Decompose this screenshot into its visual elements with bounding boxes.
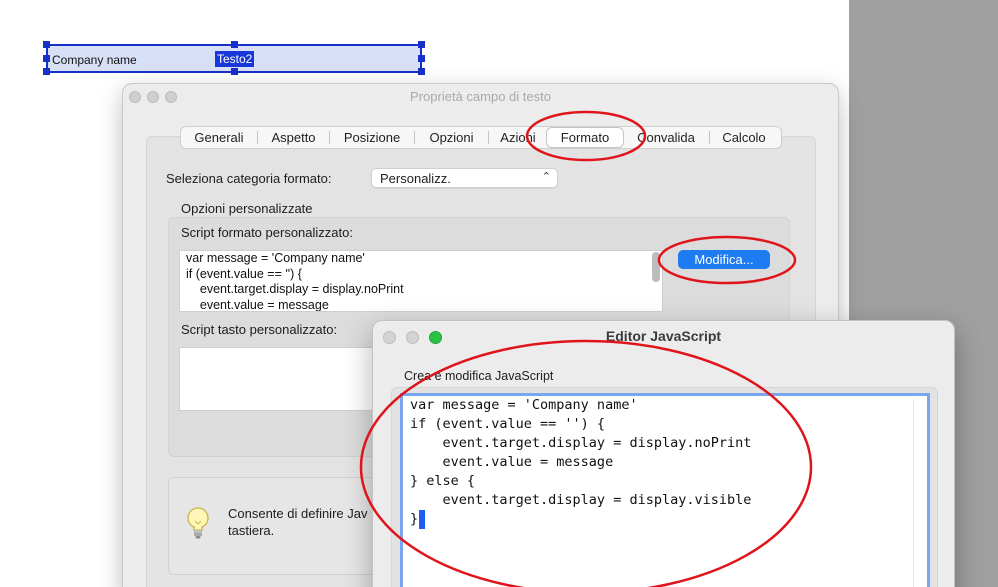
lightbulb-icon xyxy=(185,506,211,545)
script-line: event.target.display = display.noPrint xyxy=(186,282,404,296)
code-line: event.target.display = display.visible xyxy=(410,492,752,508)
edit-format-script-button[interactable]: Modifica... xyxy=(678,250,770,269)
code-line: if (event.value == '') { xyxy=(410,416,606,432)
tab-convalida[interactable]: Convalida xyxy=(623,128,709,147)
custom-format-script-label: Script formato personalizzato: xyxy=(181,225,353,240)
js-editor-subtitle: Crea e modifica JavaScript xyxy=(404,369,554,383)
code-line: event.value = message xyxy=(410,454,614,470)
company-name-form-field[interactable]: Company name Testo2 xyxy=(43,41,425,75)
dialog-title: Proprietà campo di testo xyxy=(410,89,551,104)
resize-handle-bottom-right[interactable] xyxy=(418,68,425,75)
custom-keystroke-script-label: Script tasto personalizzato: xyxy=(181,322,338,337)
format-category-label: Seleziona categoria formato: xyxy=(166,171,332,186)
tip-line-1: Consente di definire Jav xyxy=(228,506,368,521)
resize-handle-middle-right[interactable] xyxy=(418,55,425,62)
resize-handle-bottom-middle[interactable] xyxy=(231,68,238,75)
format-category-select[interactable]: Personalizz. ⌃ xyxy=(371,168,558,188)
resize-handle-middle-left[interactable] xyxy=(43,55,50,62)
tab-aspetto[interactable]: Aspetto xyxy=(258,128,329,147)
tab-generali[interactable]: Generali xyxy=(181,128,257,147)
script-line: var message = 'Company name' xyxy=(186,251,365,265)
tab-calcolo[interactable]: Calcolo xyxy=(710,128,778,147)
script-line: if (event.value == '') { xyxy=(186,266,302,281)
field-id-label: Testo2 xyxy=(215,51,255,67)
tab-azioni[interactable]: Azioni xyxy=(489,128,547,147)
field-name-label: Company name xyxy=(52,53,137,67)
code-line-text: } xyxy=(410,511,419,527)
script-line: event.value = message xyxy=(186,297,329,312)
code-line: var message = 'Company name' xyxy=(410,397,638,413)
code-line-with-caret: } xyxy=(403,510,927,529)
resize-handle-top-left[interactable] xyxy=(43,41,50,48)
custom-format-script-box[interactable]: var message = 'Company name' if (event.v… xyxy=(179,250,663,312)
tip-line-2: tastiera. xyxy=(228,523,275,538)
resize-handle-top-right[interactable] xyxy=(418,41,425,48)
text-caret xyxy=(419,510,426,529)
tab-opzioni[interactable]: Opzioni xyxy=(415,128,488,147)
resize-handle-top-middle[interactable] xyxy=(231,41,238,48)
editor-scroll-track[interactable] xyxy=(913,399,914,587)
code-line: } else { xyxy=(410,473,476,489)
dialog-titlebar: Proprietà campo di testo xyxy=(123,84,838,110)
chevron-updown-icon: ⌃ xyxy=(541,171,551,183)
scrollbar-thumb[interactable] xyxy=(652,252,660,282)
tab-formato[interactable]: Formato xyxy=(547,128,623,147)
javascript-editor-window: Editor JavaScript Crea e modifica JavaSc… xyxy=(372,320,955,587)
tab-bar: Generali Aspetto Posizione Opzioni Azion… xyxy=(180,126,782,149)
js-editor-title: Editor JavaScript xyxy=(605,328,722,344)
custom-options-heading: Opzioni personalizzate xyxy=(181,201,313,216)
resize-handle-bottom-left[interactable] xyxy=(43,68,50,75)
custom-keystroke-script-box[interactable] xyxy=(179,347,379,411)
tab-posizione[interactable]: Posizione xyxy=(330,128,414,147)
javascript-code-editor[interactable]: var message = 'Company name' if (event.v… xyxy=(400,393,930,587)
format-category-value: Personalizz. xyxy=(380,171,451,186)
code-line: event.target.display = display.noPrint xyxy=(410,435,752,451)
